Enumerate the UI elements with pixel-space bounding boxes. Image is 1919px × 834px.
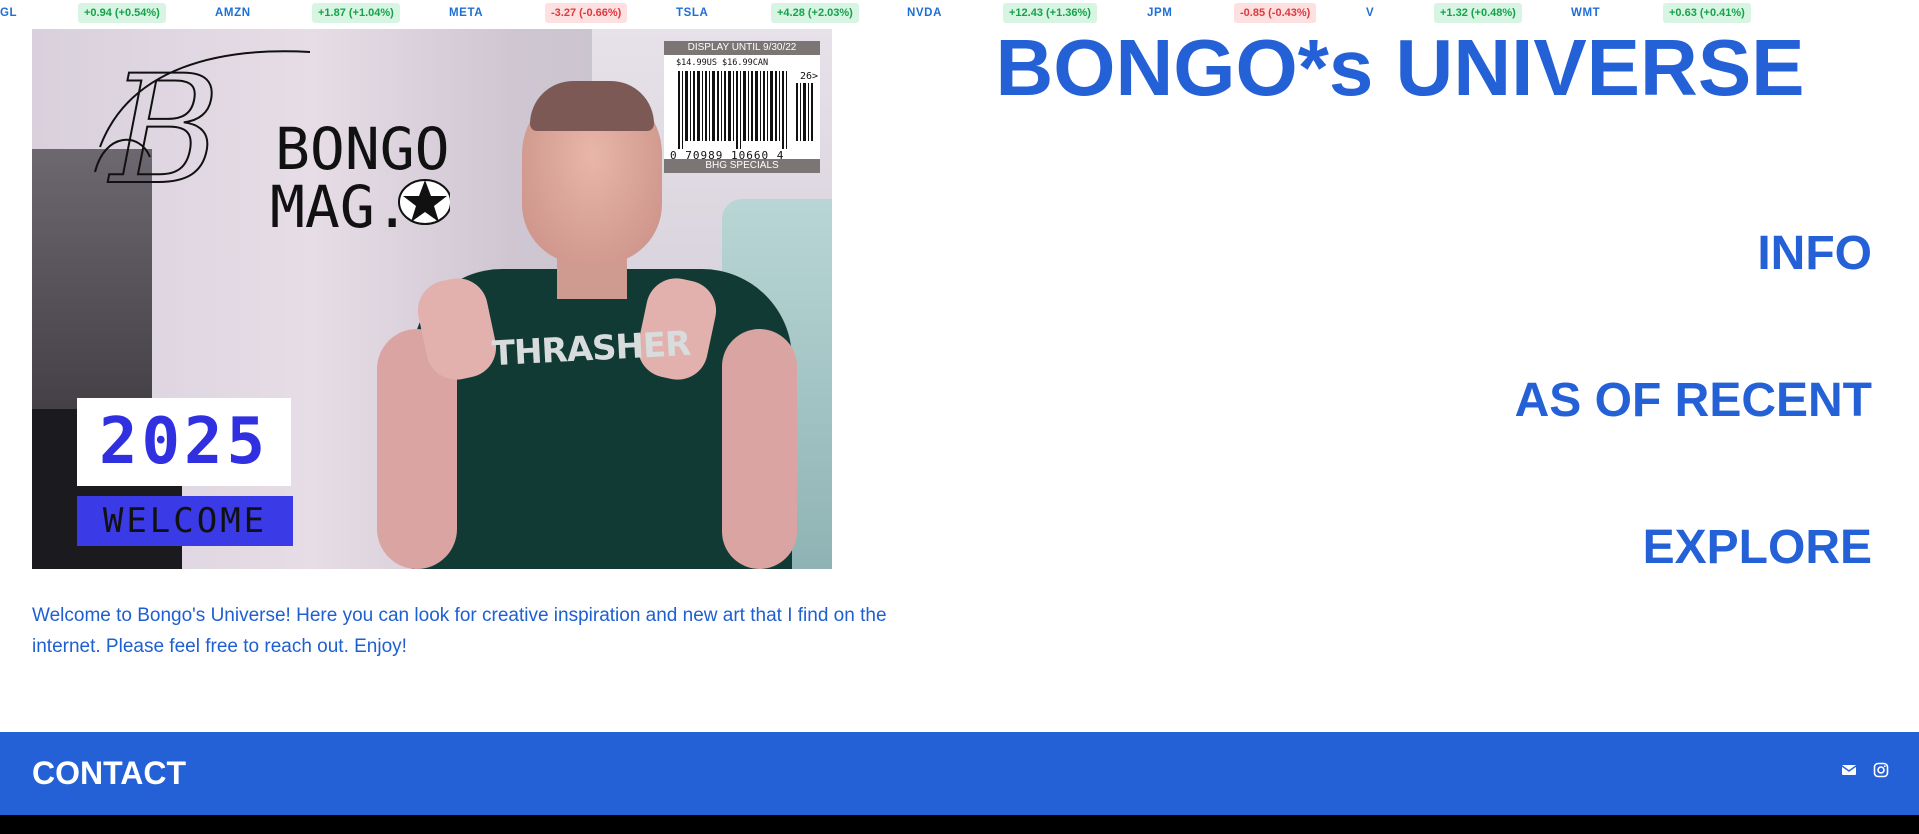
instagram-icon[interactable]: [1873, 762, 1889, 778]
hero-image: THRASHER B BONGO MAG. DISPLAY UNTIL 9/30…: [32, 29, 832, 569]
barcode-issue: 26>: [799, 71, 818, 82]
ticker-change: -3.27 (-0.66%): [545, 3, 628, 23]
ticker-change: +0.63 (+0.41%): [1663, 3, 1751, 23]
social-icons: [1841, 762, 1889, 778]
ticker-change: +4.28 (+2.03%): [771, 3, 859, 23]
ticker-symbol: NVDA: [907, 7, 942, 19]
welcome-text: WELCOME: [102, 501, 268, 541]
year-badge: 2025: [77, 398, 291, 486]
barcode-display-until: DISPLAY UNTIL 9/30/22: [664, 41, 820, 55]
ticker-symbol: META: [449, 7, 484, 19]
ticker-symbol: GL: [0, 7, 18, 19]
barcode-price: $14.99US $16.99CAN: [676, 58, 769, 68]
person-arm-right: [722, 329, 797, 569]
barcode-specials: BHG SPECIALS: [664, 159, 820, 173]
star-icon: [398, 179, 450, 225]
ticker-change: +12.43 (+1.36%): [1003, 3, 1097, 23]
nav-link-explore[interactable]: EXPLORE: [1643, 520, 1872, 575]
logo-text-mag: MAG.: [270, 173, 410, 237]
nav-link-info[interactable]: INFO: [1757, 226, 1872, 281]
person-hair: [530, 81, 654, 131]
year-text: 2025: [98, 405, 270, 479]
bottom-bar: [0, 815, 1919, 834]
contact-heading: CONTACT: [32, 755, 187, 791]
logo-script-b: B: [107, 44, 220, 218]
ticker-change: -0.85 (-0.43%): [1234, 3, 1317, 23]
footer: CONTACT: [0, 732, 1919, 815]
site-title: BONGO*s UNIVERSE: [995, 23, 1805, 112]
ticker-change: +1.87 (+1.04%): [312, 3, 400, 23]
intro-text: Welcome to Bongo's Universe! Here you ca…: [32, 605, 887, 657]
ticker-change: +1.32 (+0.48%): [1434, 3, 1522, 23]
ticker-symbol: V: [1366, 7, 1375, 19]
ticker-symbol: TSLA: [676, 7, 709, 19]
welcome-badge: WELCOME: [77, 496, 293, 546]
barcode-label: DISPLAY UNTIL 9/30/22 $14.99US $16.99CAN…: [664, 41, 820, 173]
nav-link-as-of-recent[interactable]: AS OF RECENT: [1515, 373, 1872, 428]
magazine-logo: B BONGO MAG.: [94, 43, 450, 237]
ticker-symbol: JPM: [1147, 7, 1173, 19]
barcode-icon: [678, 71, 813, 149]
ticker-symbol: AMZN: [215, 7, 251, 19]
ticker-change: +0.94 (+0.54%): [78, 3, 166, 23]
ticker-symbol: WMT: [1571, 7, 1601, 19]
mail-icon[interactable]: [1841, 762, 1857, 778]
